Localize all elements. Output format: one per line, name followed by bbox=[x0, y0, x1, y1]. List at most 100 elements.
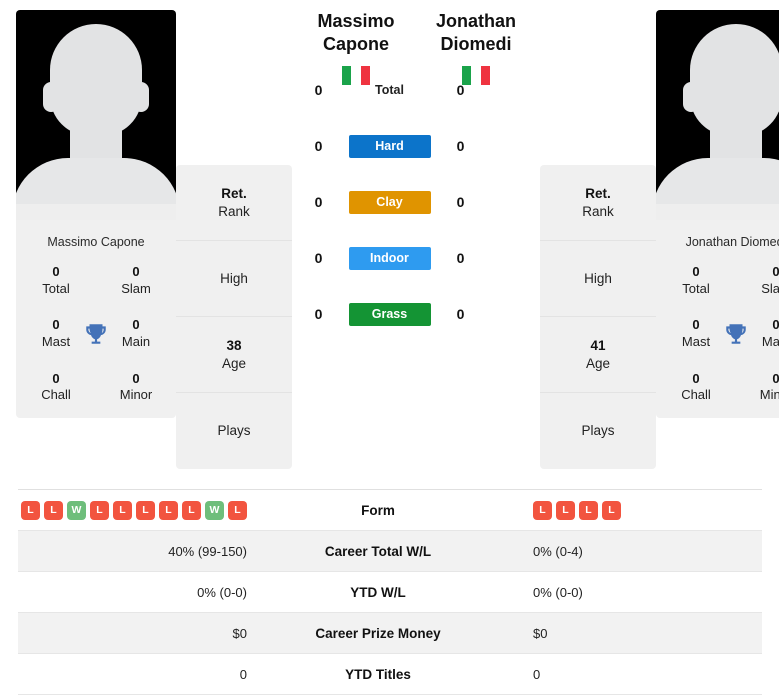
form-badge-loss[interactable]: L bbox=[579, 500, 598, 520]
label: Chall bbox=[41, 387, 71, 403]
avatar-silhouette-icon bbox=[16, 10, 176, 220]
right-titles-chall: 0 Chall bbox=[656, 371, 736, 404]
right-titles-grid: 0 Total 0 Slam 0 Mast 0 Main bbox=[656, 264, 779, 404]
left-info-rank: Ret. Rank bbox=[176, 165, 292, 241]
comparison-header: Massimo Capone 0 Total 0 Slam 0 Mast 0 M… bbox=[0, 0, 779, 470]
form-badge-loss[interactable]: L bbox=[90, 500, 109, 520]
table-row-form: LLWLLLLLWL Form LLLL bbox=[18, 490, 762, 531]
value: 0 bbox=[772, 370, 779, 386]
left-titles-slam: 0 Slam bbox=[96, 264, 176, 297]
right-player-titles-card: Jonathan Diomedi 0 Total 0 Slam 0 Mast bbox=[656, 220, 779, 418]
table-row-career-total-wl: 40% (99-150) Career Total W/L 0% (0-4) bbox=[18, 531, 762, 572]
label: Plays bbox=[581, 423, 615, 439]
label: Chall bbox=[681, 387, 711, 403]
right-player-card-name: Jonathan Diomedi bbox=[685, 235, 779, 249]
value: 41 bbox=[590, 337, 606, 353]
form-badge-loss[interactable]: L bbox=[136, 500, 155, 520]
left-titles-grid: 0 Total 0 Slam 0 Mast 0 Main 0 Chall 0 M… bbox=[16, 264, 176, 404]
label: Total bbox=[682, 280, 710, 296]
label: Minor bbox=[119, 387, 153, 403]
right-score: 0 bbox=[456, 194, 465, 210]
table-row-ytd-wl: 0% (0-0) YTD W/L 0% (0-0) bbox=[18, 572, 762, 613]
label: Slam bbox=[121, 280, 151, 296]
label: Minor bbox=[759, 387, 779, 403]
left-score: 0 bbox=[314, 194, 323, 210]
table-row-ytd-titles: 0 YTD Titles 0 bbox=[18, 654, 762, 695]
row-label: YTD W/L bbox=[350, 584, 406, 600]
left-cell: 0 bbox=[239, 666, 247, 682]
form-badge-loss[interactable]: L bbox=[113, 500, 132, 520]
label: Rank bbox=[218, 203, 250, 219]
label: Rank bbox=[582, 203, 614, 219]
left-cell: LLWLLLLLWL bbox=[18, 500, 263, 520]
label: Total bbox=[42, 280, 70, 296]
left-titles-minor: 0 Minor bbox=[96, 371, 176, 404]
form-badge-loss[interactable]: L bbox=[159, 500, 178, 520]
surface-label-clay[interactable]: Clay bbox=[348, 190, 431, 214]
left-player-titles-card: Massimo Capone 0 Total 0 Slam 0 Mast 0 M… bbox=[16, 220, 176, 418]
player-comparison-page: Massimo Capone 0 Total 0 Slam 0 Mast 0 M… bbox=[0, 0, 779, 699]
right-cell: 0 bbox=[533, 666, 541, 682]
right-player-info-column: Ret. Rank High 41 Age Plays bbox=[540, 165, 656, 469]
head-to-head-center: Massimo Capone Jonathan Diomedi 0 Total … bbox=[292, 10, 540, 326]
right-cell: LLLL bbox=[493, 500, 762, 520]
surface-label-hard[interactable]: Hard bbox=[348, 134, 431, 158]
avatar-silhouette-icon bbox=[656, 10, 779, 220]
right-form-badges: LLLL bbox=[533, 500, 621, 520]
right-info-plays: Plays bbox=[540, 393, 656, 469]
left-cell: 0% (0-0) bbox=[197, 584, 247, 600]
right-info-high: High bbox=[540, 241, 656, 317]
left-form-badges: LLWLLLLLWL bbox=[21, 500, 247, 520]
left-player-photo bbox=[16, 10, 176, 220]
right-titles-slam: 0 Slam bbox=[736, 264, 779, 297]
form-badge-loss[interactable]: L bbox=[182, 500, 201, 520]
left-player-column: Massimo Capone 0 Total 0 Slam 0 Mast 0 M… bbox=[16, 10, 176, 418]
value: 0 bbox=[132, 370, 140, 386]
value: 0 bbox=[52, 370, 60, 386]
value: Ret. bbox=[585, 185, 611, 201]
right-titles-total: 0 Total bbox=[656, 264, 736, 297]
right-score: 0 bbox=[456, 82, 465, 98]
right-score: 0 bbox=[456, 306, 465, 322]
value: 0 bbox=[132, 264, 140, 279]
right-cell: 0% (0-4) bbox=[533, 543, 583, 559]
right-score: 0 bbox=[456, 250, 465, 266]
form-badge-loss[interactable]: L bbox=[44, 500, 63, 520]
label: Age bbox=[221, 355, 247, 371]
form-badge-loss[interactable]: L bbox=[556, 500, 575, 520]
surface-row-grass: 0 Grass 0 bbox=[310, 286, 470, 342]
right-player-last-name: Diomedi bbox=[440, 33, 512, 54]
right-player-column: Jonathan Diomedi 0 Total 0 Slam 0 Mast bbox=[656, 10, 779, 418]
form-badge-loss[interactable]: L bbox=[228, 500, 247, 520]
left-info-age: 38 Age bbox=[176, 317, 292, 393]
value: 0 bbox=[692, 264, 700, 279]
trophy-icon bbox=[726, 324, 746, 344]
value: Ret. bbox=[221, 185, 247, 201]
right-score: 0 bbox=[456, 138, 465, 154]
table-row-career-prize-money: $0 Career Prize Money $0 bbox=[18, 613, 762, 654]
label: High bbox=[584, 270, 612, 286]
form-badge-loss[interactable]: L bbox=[21, 500, 40, 520]
surface-label-total: Total bbox=[375, 82, 404, 97]
left-info-plays: Plays bbox=[176, 393, 292, 469]
form-badge-win[interactable]: W bbox=[67, 500, 86, 520]
form-badge-win[interactable]: W bbox=[205, 500, 224, 520]
surface-row-clay: 0 Clay 0 bbox=[310, 174, 470, 230]
label: Plays bbox=[217, 423, 251, 439]
surface-label-grass[interactable]: Grass bbox=[348, 302, 431, 326]
left-score: 0 bbox=[314, 138, 323, 154]
right-player-photo bbox=[656, 10, 779, 220]
surface-label-indoor[interactable]: Indoor bbox=[348, 246, 431, 270]
right-info-age: 41 Age bbox=[540, 317, 656, 393]
left-score: 0 bbox=[314, 250, 323, 266]
right-cell: $0 bbox=[533, 625, 548, 641]
value: 0 bbox=[772, 264, 779, 279]
left-player-info-column: Ret. Rank High 38 Age Plays bbox=[176, 165, 292, 469]
form-badge-loss[interactable]: L bbox=[533, 500, 552, 520]
label: Age bbox=[585, 355, 611, 371]
form-badge-loss[interactable]: L bbox=[602, 500, 621, 520]
left-score: 0 bbox=[314, 306, 323, 322]
left-info-high: High bbox=[176, 241, 292, 317]
left-score: 0 bbox=[314, 82, 323, 98]
row-label: Career Prize Money bbox=[315, 625, 441, 641]
